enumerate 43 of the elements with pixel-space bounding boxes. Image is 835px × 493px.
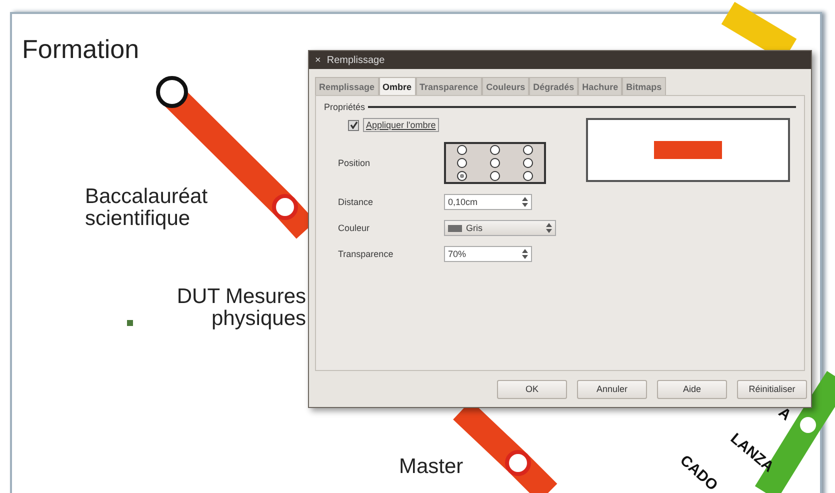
radio-button[interactable] [457,170,468,181]
checkbox-label[interactable]: Appliquer l'ombre [363,118,439,132]
radio-button[interactable] [457,158,468,168]
color-dropdown[interactable]: Gris [444,220,556,236]
section-heading: Propriétés [324,102,366,112]
rectangle-icon [654,141,722,159]
tab[interactable]: Remplissage [315,77,379,95]
spin-field[interactable]: 0,10cm [444,194,532,210]
close-icon[interactable]: × [315,54,321,66]
field-label: Transparence [338,249,394,259]
tab[interactable]: Dégradés [529,77,578,95]
checkbox[interactable] [348,120,359,130]
radio-button[interactable] [522,145,533,156]
spin-arrows-icon[interactable] [546,223,552,233]
position-grid[interactable] [444,142,546,184]
radio-button[interactable] [522,158,533,168]
dialog-button[interactable]: Annuler [577,380,647,398]
dialog-button[interactable]: OK [497,380,567,398]
radio-button[interactable] [490,158,500,168]
radio-button[interactable] [490,145,500,156]
station-label: Baccalauréat scientifique [85,186,208,230]
field-label: Position [338,158,372,168]
spin-arrows-icon[interactable] [522,249,528,259]
radio-button[interactable] [490,170,500,181]
station-label: Formation [22,36,140,64]
dialog-button[interactable]: Réinitialiser [737,380,807,398]
street-label: A [775,404,794,424]
tab[interactable]: Bitmaps [622,77,666,95]
dialog-button[interactable]: Aide [657,380,727,398]
bullet-icon [127,320,133,326]
radio-button[interactable] [522,170,533,181]
radio-button[interactable] [457,145,468,156]
tab[interactable]: Couleurs [482,77,530,95]
station-label: DUT Mesures physiques [176,286,306,330]
window-title: Remplissage [326,54,385,66]
tab[interactable]: Transparence [416,77,482,95]
field-label: Couleur [338,223,371,233]
spin-field[interactable]: 70% [444,246,532,262]
tab[interactable]: Ombre [378,77,416,95]
tab[interactable]: Hachure [578,77,622,95]
field-label: Distance [338,197,374,207]
spin-arrows-icon[interactable] [522,197,528,207]
station-label: Master [399,456,464,478]
